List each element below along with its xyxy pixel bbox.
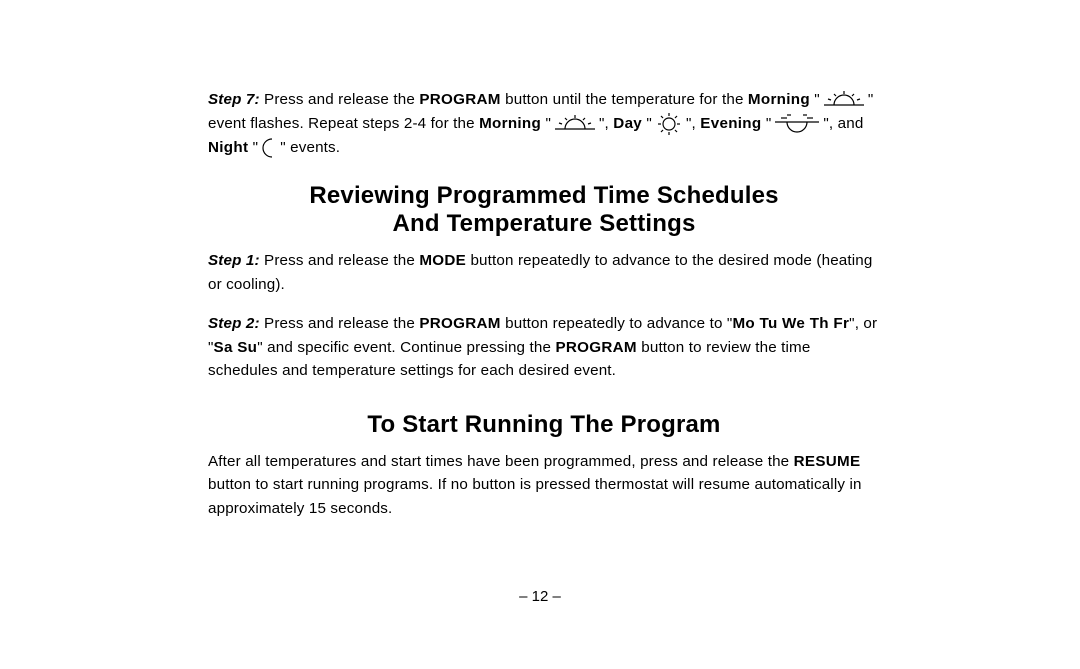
sunrise-icon-2 — [553, 112, 597, 136]
program-button-ref-3: PROGRAM — [555, 339, 636, 356]
sunrise-icon — [822, 88, 866, 112]
step7-text-12: " events. — [280, 139, 340, 156]
night-label: Night — [208, 139, 248, 156]
start-text-2: button to start running programs. If no … — [208, 476, 862, 517]
review-step1-paragraph: Step 1: Press and release the MODE butto… — [208, 249, 880, 296]
review-step2-paragraph: Step 2: Press and release the PROGRAM bu… — [208, 312, 880, 383]
heading1-line1: Reviewing Programmed Time Schedules — [309, 182, 778, 209]
review-step2-text-4: " and specific event. Continue pressing … — [257, 339, 555, 356]
weekdays-label: Mo Tu We Th Fr — [732, 315, 849, 332]
step7-text-10: ", and — [823, 115, 863, 132]
moon-icon — [260, 136, 278, 160]
evening-label: Evening — [700, 115, 761, 132]
review-step2-text-1: Press and release the — [260, 315, 420, 332]
start-text-1: After all temperatures and start times h… — [208, 453, 794, 470]
review-step1-text-1: Press and release the — [260, 252, 420, 269]
review-step1-label: Step 1: — [208, 252, 260, 269]
step7-text-8: ", — [686, 115, 700, 132]
morning-label-1: Morning — [748, 91, 810, 108]
document-content: Step 7: Press and release the PROGRAM bu… — [208, 88, 880, 520]
heading1-line2: And Temperature Settings — [392, 210, 695, 237]
step7-text-11: " — [248, 139, 258, 156]
mode-button-ref: MODE — [419, 252, 466, 269]
sun-icon — [654, 112, 684, 136]
step7-text-2: button until the temperature for the — [501, 91, 748, 108]
step7-paragraph: Step 7: Press and release the PROGRAM bu… — [208, 88, 880, 160]
day-label: Day — [613, 115, 642, 132]
review-step2-label: Step 2: — [208, 315, 260, 332]
step7-label: Step 7: — [208, 91, 260, 108]
morning-label-2: Morning — [479, 115, 541, 132]
program-button-ref: PROGRAM — [419, 91, 500, 108]
weekend-label: Sa Su — [214, 339, 258, 356]
program-button-ref-2: PROGRAM — [419, 315, 500, 332]
step7-text-1: Press and release the — [260, 91, 420, 108]
heading-reviewing: Reviewing Programmed Time Schedules And … — [208, 182, 880, 240]
start-paragraph: After all temperatures and start times h… — [208, 450, 880, 521]
heading-start-running: To Start Running The Program — [208, 411, 880, 440]
step7-text-9: " — [761, 115, 771, 132]
review-step2-text-2: button repeatedly to advance to " — [501, 315, 733, 332]
page-number: – 12 – — [0, 588, 1080, 605]
sunset-icon — [773, 112, 821, 136]
step7-text-5: " — [541, 115, 551, 132]
step7-text-3: " — [810, 91, 820, 108]
step7-text-6: ", — [599, 115, 613, 132]
resume-button-ref: RESUME — [794, 453, 861, 470]
step7-text-7: " — [642, 115, 652, 132]
